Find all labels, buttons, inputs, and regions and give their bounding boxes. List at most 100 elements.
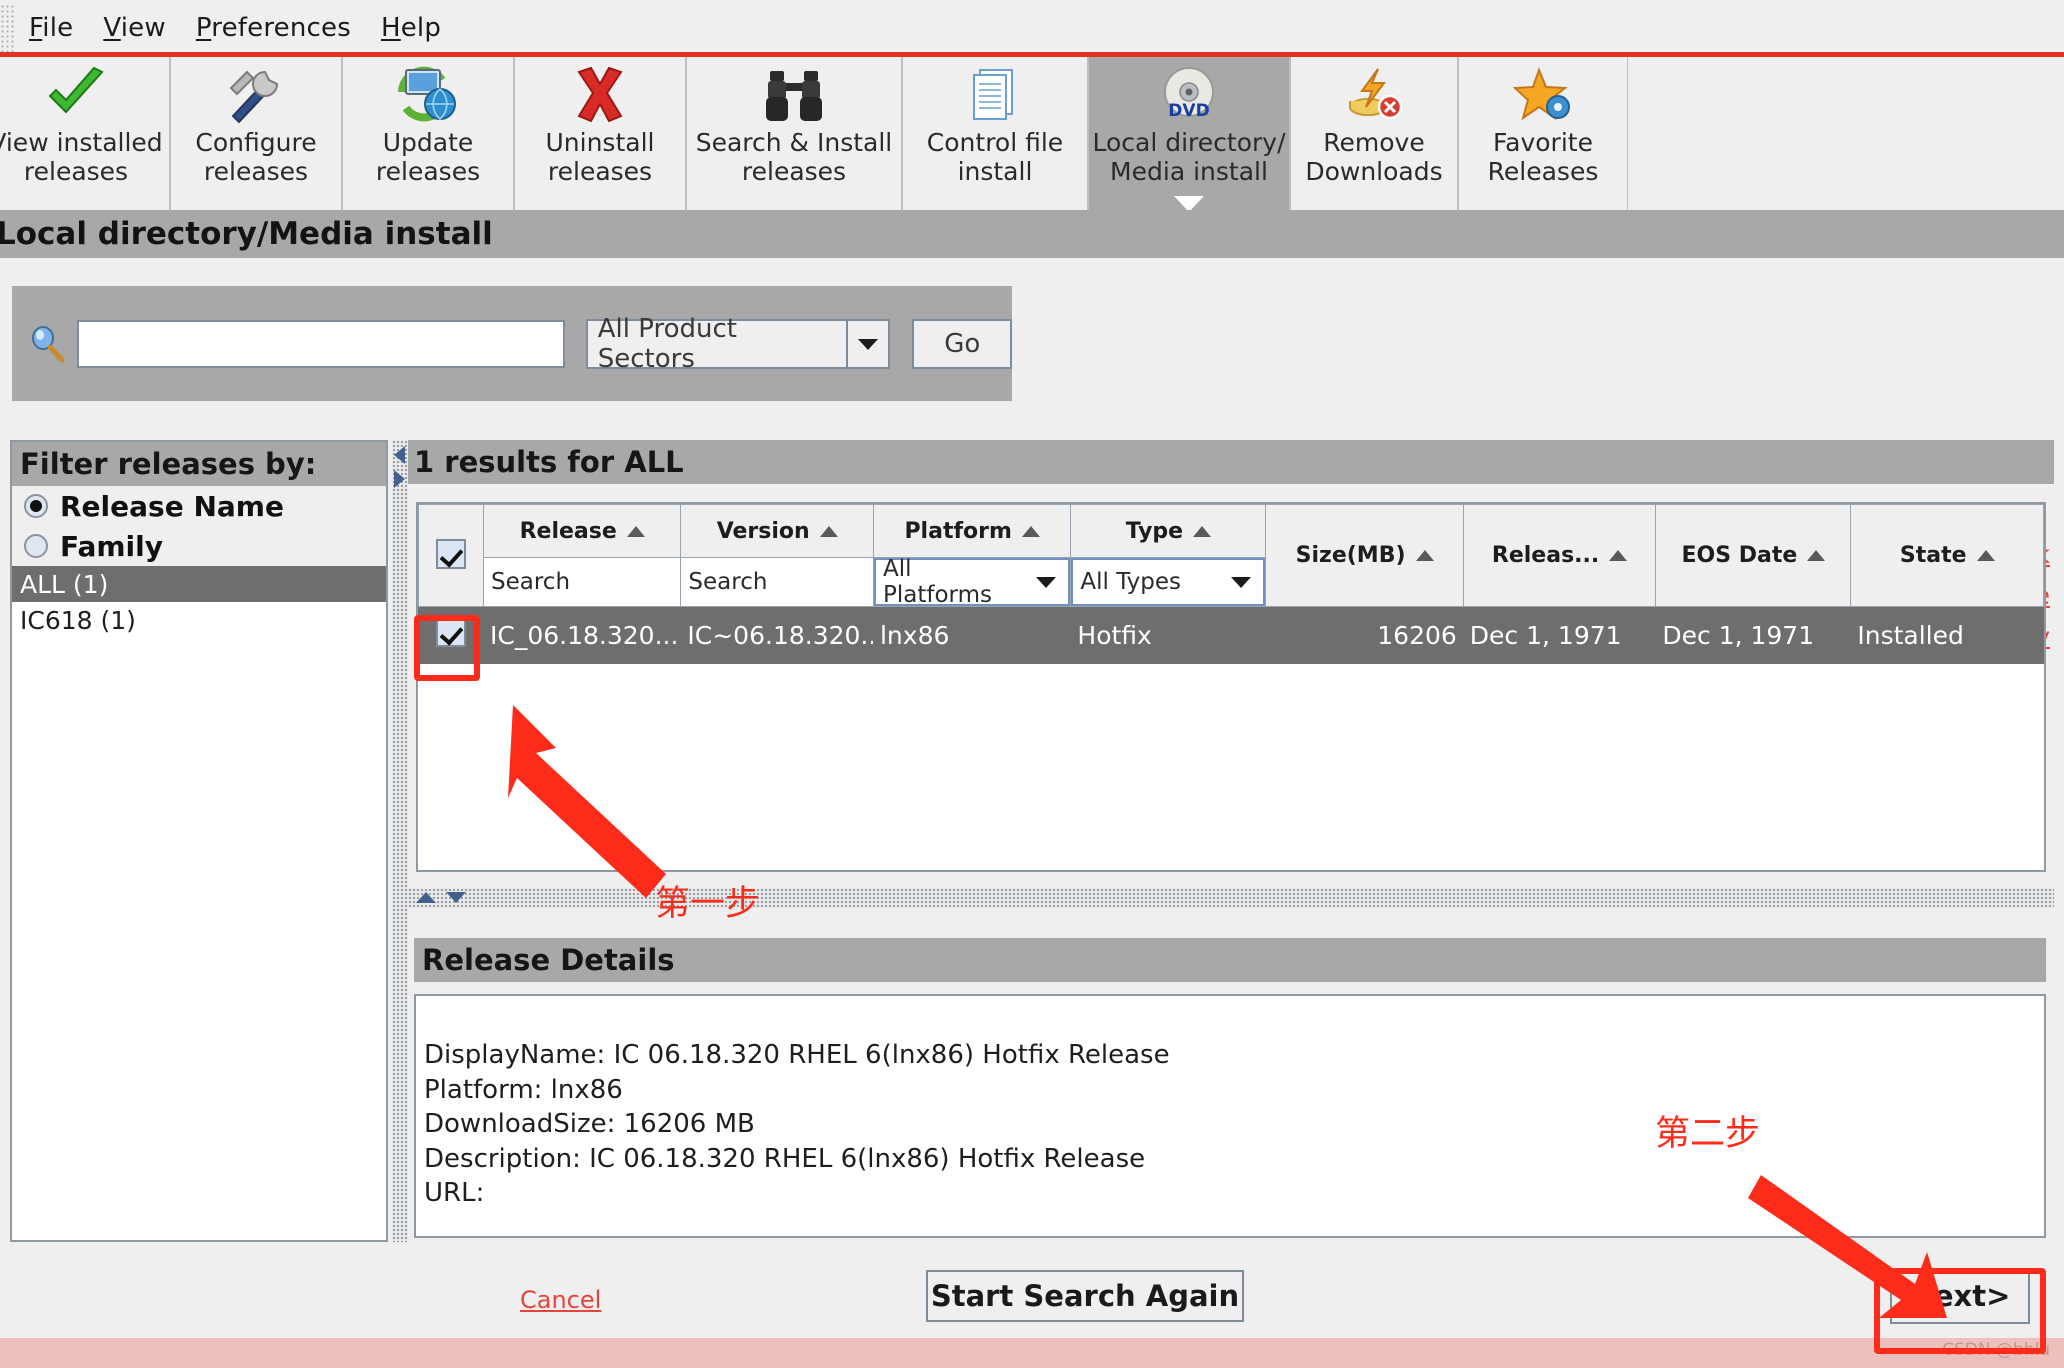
radio-release-name[interactable]: Release Name <box>12 486 386 526</box>
radio-selected-icon[interactable] <box>24 494 48 518</box>
toolbar-label: Search & Install releases <box>695 128 893 186</box>
detail-line-url: URL: <box>424 1178 485 1209</box>
toolbar-label: Configure releases <box>195 128 317 186</box>
sort-asc-icon[interactable] <box>1415 550 1434 561</box>
radio-label: Release Name <box>60 489 284 523</box>
chevron-down-icon[interactable] <box>1024 575 1069 589</box>
col-release-date[interactable]: Releas... <box>1462 504 1657 607</box>
filter-release-cell[interactable]: Search <box>482 557 682 607</box>
sort-asc-icon[interactable] <box>819 525 838 537</box>
download-remove-icon <box>1344 64 1404 126</box>
col-release[interactable]: Release <box>482 504 682 558</box>
filter-version-cell[interactable]: Search <box>680 557 874 607</box>
col-version[interactable]: Version <box>680 504 874 558</box>
svg-text:DVD: DVD <box>1168 101 1209 121</box>
toolbar-label: Uninstall releases <box>545 128 655 186</box>
menu-item-file[interactable]: File <box>27 11 75 45</box>
wrench-screwdriver-icon <box>225 64 287 126</box>
toolbar-button-uninstall-releases[interactable]: Uninstall releases <box>514 57 686 210</box>
menu-bar: File View Preferences Help <box>0 0 2064 56</box>
col-platform[interactable]: Platform <box>872 504 1072 558</box>
toolbar-label: Update releases <box>375 128 481 186</box>
go-button[interactable]: Go <box>912 318 1012 369</box>
chevron-down-icon[interactable] <box>845 318 891 369</box>
sort-asc-icon[interactable] <box>626 525 645 537</box>
collapse-up-arrow-icon[interactable] <box>416 892 436 903</box>
sort-asc-icon[interactable] <box>1807 550 1826 561</box>
sort-asc-icon[interactable] <box>1976 550 1995 561</box>
detail-line-platform: Platform: lnx86 <box>424 1074 623 1105</box>
cell-release: IC_06.18.320... <box>482 606 682 664</box>
filter-list: ALL (1) IC618 (1) <box>12 566 386 638</box>
menu-item-preferences[interactable]: Preferences <box>194 11 353 45</box>
toolbar-label: View installed releases <box>0 128 163 186</box>
toolbar-button-local-directory-media-install[interactable]: DVD Local directory/ Media install <box>1088 57 1290 212</box>
col-type[interactable]: Type <box>1070 504 1267 558</box>
results-table-container: Release Version Platform Type Size(MB) R… <box>416 502 2046 872</box>
toolbar-button-view-installed-releases[interactable]: View installed releases <box>0 57 170 210</box>
expand-right-arrow-icon[interactable] <box>394 470 405 488</box>
sort-asc-icon[interactable] <box>1021 525 1040 537</box>
toolbar-button-configure-releases[interactable]: Configure releases <box>170 57 342 210</box>
page-title: Local directory/Media install <box>0 216 493 252</box>
filter-item-all[interactable]: ALL (1) <box>12 566 386 602</box>
filter-release-input[interactable]: Search <box>484 569 680 595</box>
col-eos-date[interactable]: EOS Date <box>1655 504 1852 607</box>
chevron-down-icon[interactable] <box>1219 575 1264 589</box>
filter-type-cell[interactable]: All Types <box>1070 557 1267 607</box>
toolbar-button-remove-downloads[interactable]: Remove Downloads <box>1290 57 1458 210</box>
filter-platform-select[interactable]: All Platforms <box>873 556 1071 608</box>
window-grip-icon[interactable] <box>0 4 14 52</box>
radio-unselected-icon[interactable] <box>24 534 48 558</box>
collapse-left-arrow-icon[interactable] <box>394 446 405 464</box>
product-sector-value[interactable]: All Product Sectors <box>585 314 846 374</box>
cancel-link[interactable]: Cancel <box>520 1286 601 1314</box>
cell-version: IC~06.18.320... <box>680 606 874 664</box>
search-band: All Product Sectors Go Provide Feedback … <box>0 258 2064 651</box>
vertical-splitter[interactable] <box>392 440 408 1242</box>
toolbar-label: Favorite Releases <box>1487 128 1599 186</box>
filter-platform-cell[interactable]: All Platforms <box>872 556 1072 608</box>
documents-icon <box>966 64 1024 126</box>
radio-label: Family <box>60 529 164 563</box>
toolbar-button-search-install-releases[interactable]: Search & Install releases <box>686 57 902 210</box>
select-all-checkbox-cell[interactable] <box>418 504 484 607</box>
filter-item-ic618[interactable]: IC618 (1) <box>12 602 386 638</box>
toolbar-button-control-file-install[interactable]: Control file install <box>902 57 1088 210</box>
dvd-disc-icon: DVD <box>1159 64 1219 126</box>
menu-item-view[interactable]: View <box>101 11 168 45</box>
col-size[interactable]: Size(MB) <box>1265 504 1464 607</box>
release-details-body: DisplayName: IC 06.18.320 RHEL 6(lnx86) … <box>414 994 2046 1238</box>
expand-down-arrow-icon[interactable] <box>446 892 466 903</box>
highlight-row-checkbox <box>414 615 480 681</box>
toolbar-button-update-releases[interactable]: Update releases <box>342 57 514 210</box>
select-all-checkbox[interactable] <box>436 538 466 569</box>
search-input[interactable] <box>76 319 565 368</box>
cell-eos-date: Dec 1, 1971 <box>1655 606 1852 664</box>
sort-asc-icon[interactable] <box>1609 550 1628 561</box>
start-search-again-button[interactable]: Start Search Again <box>926 1270 1244 1322</box>
detail-line-description: Description: IC 06.18.320 RHEL 6(lnx86) … <box>424 1143 1146 1174</box>
sort-asc-icon[interactable] <box>1193 525 1212 537</box>
table-header-row: Release Version Platform Type Size(MB) R… <box>418 504 2044 607</box>
col-state[interactable]: State <box>1850 504 2044 607</box>
annotation-step-two: 第二步 <box>1655 1114 1761 1154</box>
col-label: Type <box>1125 518 1184 544</box>
product-sector-select[interactable]: All Product Sectors <box>585 314 891 374</box>
star-gear-icon <box>1513 64 1573 126</box>
col-label: Size(MB) <box>1295 543 1406 568</box>
col-label: EOS Date <box>1681 543 1798 568</box>
table-row[interactable]: IC_06.18.320... IC~06.18.320... lnx86 Ho… <box>418 606 2044 664</box>
menu-item-help[interactable]: Help <box>379 11 443 45</box>
toolbar-button-favorite-releases[interactable]: Favorite Releases <box>1458 57 1628 210</box>
cell-size: 16206 <box>1265 606 1464 664</box>
filter-panel-heading: Filter releases by: <box>12 442 386 486</box>
detail-line-displayname: DisplayName: IC 06.18.320 RHEL 6(lnx86) … <box>424 1040 1170 1070</box>
page-title-band: Local directory/Media install <box>0 210 2064 258</box>
filter-platform-value: All Platforms <box>882 556 992 608</box>
results-table: Release Version Platform Type Size(MB) R… <box>418 504 2044 664</box>
filter-type-select[interactable]: All Types <box>1071 558 1266 606</box>
radio-family[interactable]: Family <box>12 526 386 566</box>
filter-version-input[interactable]: Search <box>681 569 873 595</box>
filter-type-value: All Types <box>1080 569 1182 595</box>
